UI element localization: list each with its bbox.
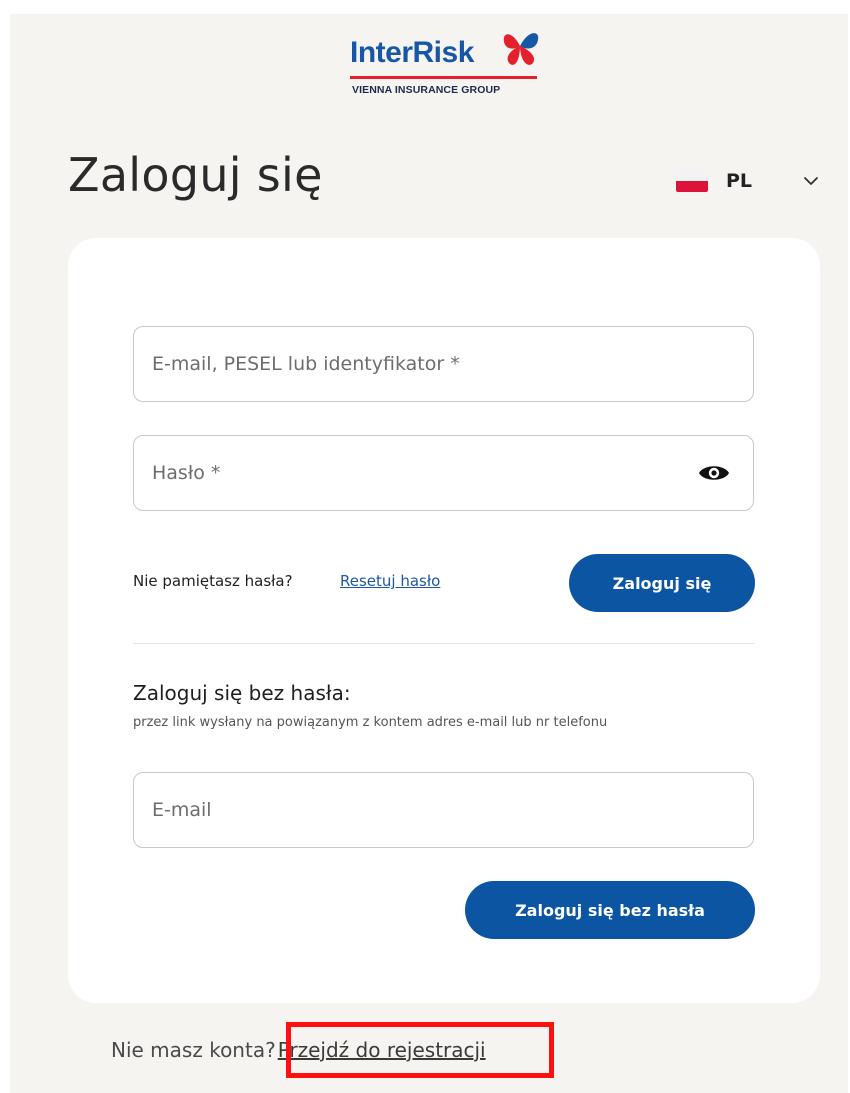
- logo-brand-text: InterRisk: [350, 36, 474, 69]
- identifier-input[interactable]: [134, 327, 753, 401]
- chevron-down-icon: [804, 177, 818, 185]
- magic-email-field-wrapper: [133, 772, 754, 848]
- language-code: PL: [726, 170, 753, 192]
- language-selector[interactable]: PL: [676, 164, 826, 198]
- login-button[interactable]: Zaloguj się: [569, 554, 755, 612]
- login-card: Nie pamiętasz hasła? Resetuj hasło Zalog…: [68, 238, 820, 1003]
- divider: [133, 643, 754, 644]
- forgot-password-text: Nie pamiętasz hasła?: [133, 572, 293, 590]
- logo-underline: [350, 76, 537, 79]
- password-field-wrapper: [133, 435, 754, 511]
- page-title: Zaloguj się: [68, 148, 323, 202]
- magic-email-input[interactable]: [134, 773, 753, 847]
- poland-flag-icon: [676, 170, 708, 192]
- butterfly-logo-icon: [503, 33, 539, 65]
- reset-password-link[interactable]: Resetuj hasło: [340, 572, 440, 590]
- page: InterRisk VIENNA INSURANCE GROUP Zaloguj…: [10, 14, 848, 1093]
- identifier-field-wrapper: [133, 326, 754, 402]
- password-input[interactable]: [134, 436, 753, 510]
- passwordless-login-button[interactable]: Zaloguj się bez hasła: [465, 881, 755, 939]
- passwordless-title: Zaloguj się bez hasła:: [133, 681, 351, 705]
- logo-group-text: VIENNA INSURANCE GROUP: [352, 84, 501, 96]
- passwordless-description: przez link wysłany na powiązanym z konte…: [133, 715, 608, 730]
- highlight-box: [286, 1022, 554, 1078]
- interrisk-logo[interactable]: InterRisk VIENNA INSURANCE GROUP: [350, 22, 550, 102]
- no-account-text: Nie masz konta?: [111, 1038, 276, 1062]
- eye-icon[interactable]: [697, 460, 731, 486]
